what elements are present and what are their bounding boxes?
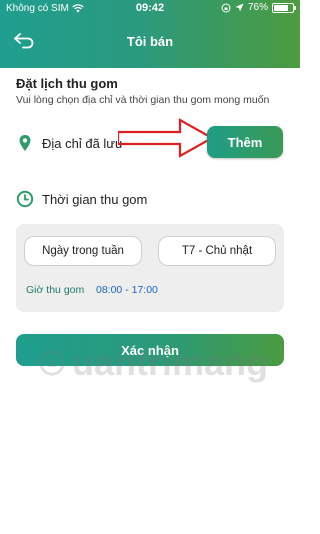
clock-icon bbox=[16, 190, 34, 208]
location-pin-icon bbox=[19, 135, 31, 151]
collection-time-label: Thời gian thu gom bbox=[42, 191, 148, 207]
battery-icon bbox=[272, 2, 296, 13]
annotation-arrow-icon bbox=[118, 118, 214, 158]
status-bar: Không có SIM 09:42 76% bbox=[0, 0, 300, 18]
saved-address-row: Địa chỉ đã lưu bbox=[16, 134, 122, 152]
page-title: Tôi bán bbox=[126, 34, 174, 49]
weekdays-chip[interactable]: Ngày trong tuần bbox=[24, 236, 142, 266]
status-right: 76% bbox=[221, 2, 296, 13]
add-address-button[interactable]: Thêm bbox=[207, 126, 283, 158]
lock-rotation-icon bbox=[221, 3, 231, 12]
app-header: Không có SIM 09:42 76% Tôi bán bbox=[0, 0, 300, 68]
collection-time-card: Ngày trong tuần T7 - Chủ nhật Giờ thu go… bbox=[16, 224, 284, 312]
location-arrow-icon bbox=[235, 3, 244, 12]
schedule-subtitle: Vui lòng chọn địa chỉ và thời gian thu g… bbox=[16, 94, 270, 106]
collection-time-row: Thời gian thu gom bbox=[16, 190, 147, 208]
collection-hours-label: Giờ thu gom bbox=[26, 284, 85, 296]
saved-address-label: Địa chỉ đã lưu bbox=[42, 135, 123, 151]
confirm-button[interactable]: Xác nhận bbox=[16, 334, 284, 366]
schedule-title: Đặt lịch thu gom bbox=[16, 76, 118, 91]
collection-hours-value: 08:00 - 17:00 bbox=[96, 284, 158, 296]
weekend-chip[interactable]: T7 - Chủ nhật bbox=[158, 236, 276, 266]
battery-percent: 76% bbox=[247, 2, 268, 13]
battery-fill bbox=[274, 4, 288, 11]
